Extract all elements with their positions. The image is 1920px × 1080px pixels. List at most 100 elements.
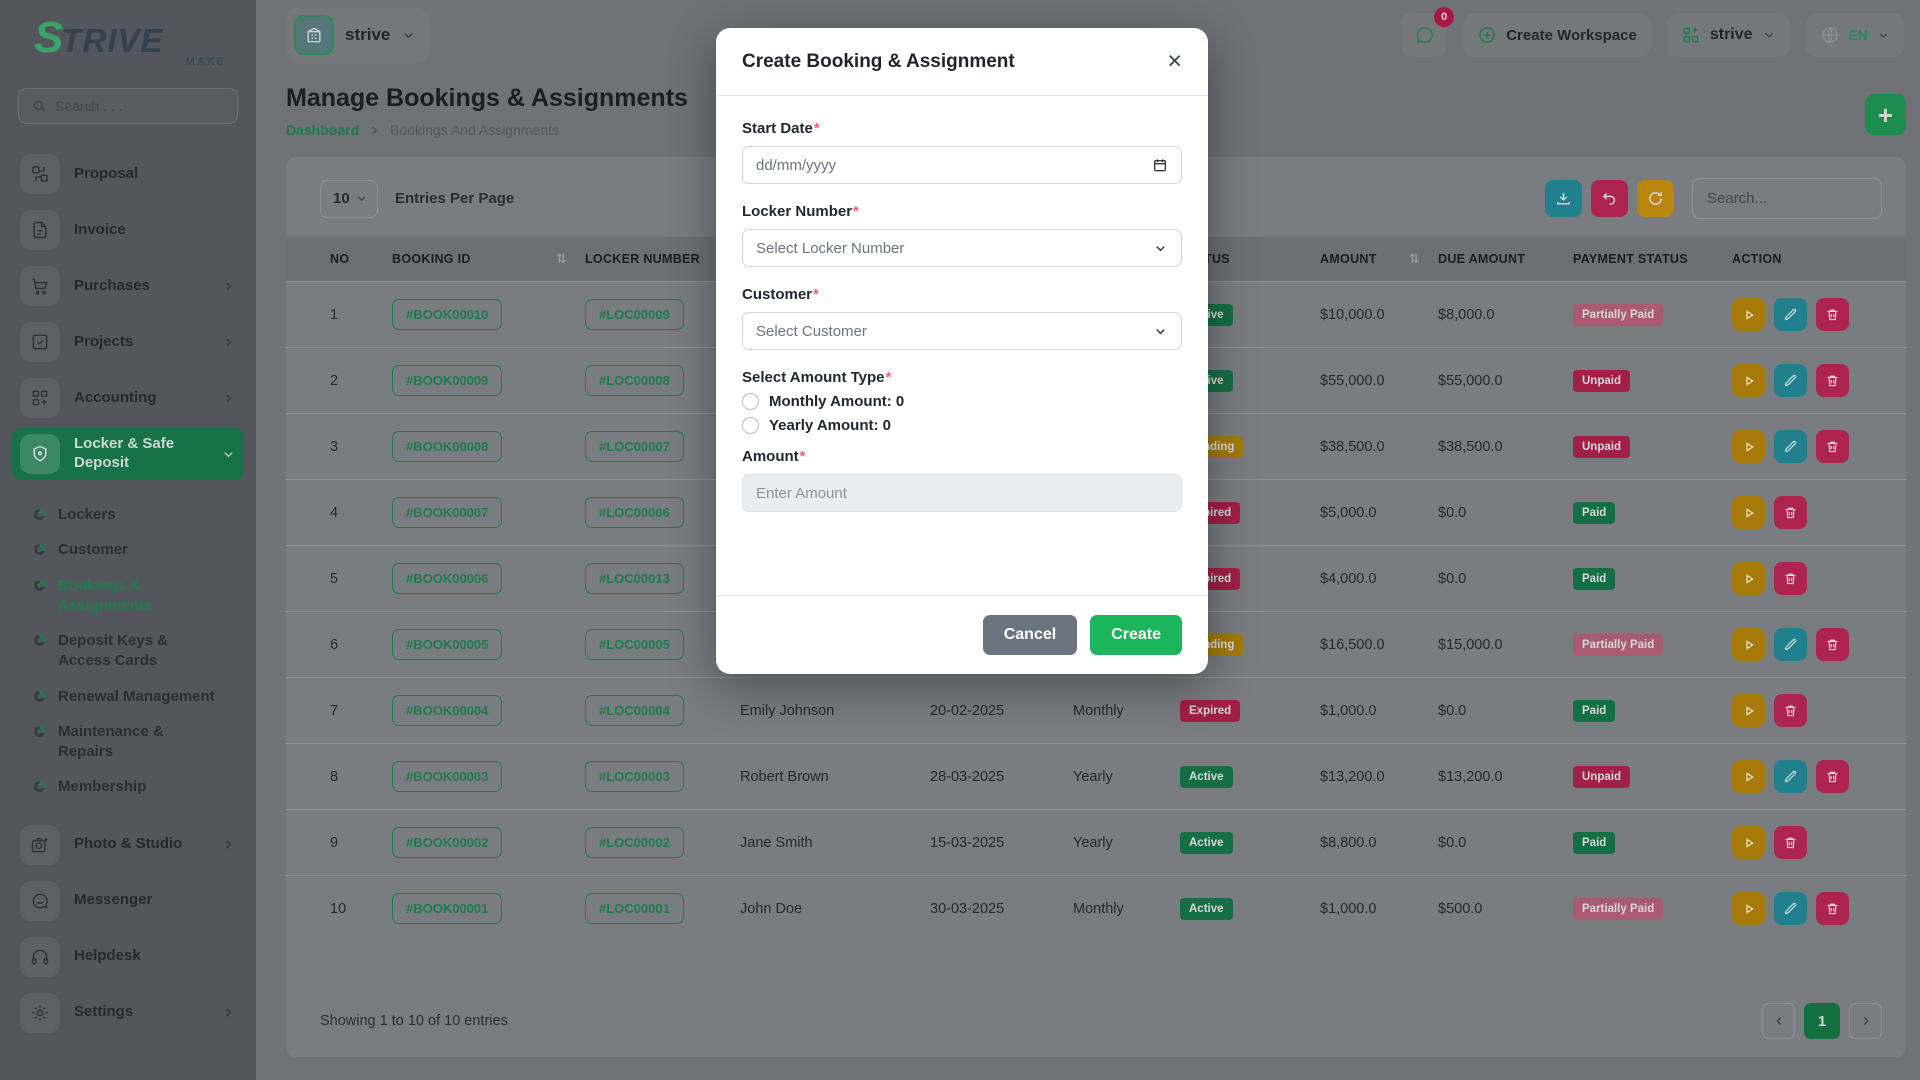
create-workspace-button[interactable]: Create Workspace	[1463, 13, 1651, 57]
sidebar-item-projects[interactable]: Projects	[12, 316, 244, 368]
refresh-button[interactable]	[1637, 180, 1674, 217]
sidebar-item-helpdesk[interactable]: Helpdesk	[12, 931, 244, 983]
delete-button[interactable]	[1774, 496, 1807, 529]
pagination-prev-button[interactable]	[1762, 1003, 1795, 1039]
workspace-switcher[interactable]: strive	[286, 8, 430, 62]
app-logo: STRIVE MAKE	[0, 14, 256, 82]
delete-button[interactable]	[1774, 826, 1807, 859]
sidebar-item-messenger[interactable]: Messenger	[12, 875, 244, 927]
chevron-right-icon	[368, 124, 381, 137]
cancel-button[interactable]: Cancel	[983, 615, 1077, 655]
building-icon	[294, 15, 334, 55]
sidebar-subitem-renewal-management[interactable]: Renewal Management	[34, 687, 244, 707]
sidebar-item-invoice[interactable]: Invoice	[12, 204, 244, 256]
create-button[interactable]: Create	[1090, 615, 1182, 655]
delete-button[interactable]	[1816, 628, 1849, 661]
pagination-page-1[interactable]: 1	[1804, 1003, 1840, 1039]
chevron-right-icon	[221, 391, 236, 406]
view-button[interactable]	[1732, 562, 1765, 595]
locker-number-chip: #LOC00004	[585, 695, 684, 726]
view-button[interactable]	[1732, 364, 1765, 397]
chat-button[interactable]: 0	[1401, 13, 1447, 57]
sidebar-subitem-membership[interactable]: Membership	[34, 777, 244, 797]
column-header-booking-id[interactable]: BOOKING ID⇅	[392, 252, 585, 267]
view-button[interactable]	[1732, 298, 1765, 331]
close-icon[interactable]: ×	[1167, 49, 1182, 74]
monthly-amount-radio[interactable]: Monthly Amount: 0	[742, 393, 1182, 410]
chat-icon	[1413, 24, 1435, 46]
sidebar-subitem-label: Membership	[58, 777, 146, 797]
sort-icon[interactable]: ⇅	[556, 252, 567, 267]
sidebar-item-proposal[interactable]: Proposal	[12, 148, 244, 200]
yearly-amount-radio[interactable]: Yearly Amount: 0	[742, 417, 1182, 434]
account-menu[interactable]: strive	[1667, 13, 1790, 57]
delete-button[interactable]	[1816, 298, 1849, 331]
cell-type: Monthly	[1073, 901, 1180, 917]
sidebar-subitem-maintenance-repairs[interactable]: Maintenance & Repairs	[34, 722, 244, 763]
sidebar-subitem-lockers[interactable]: Lockers	[34, 505, 244, 525]
sidebar-search[interactable]	[18, 88, 238, 124]
cell-no: 1	[330, 307, 392, 323]
table-search-input[interactable]	[1692, 178, 1882, 219]
view-button[interactable]	[1732, 496, 1765, 529]
sidebar-subitem-bookings-assignments[interactable]: Bookings & Assignments	[34, 576, 244, 617]
customer-select[interactable]: Select Customer	[742, 312, 1182, 350]
radio-circle-icon	[742, 417, 759, 434]
view-button[interactable]	[1732, 694, 1765, 727]
language-selector[interactable]: EN	[1806, 13, 1904, 57]
calendar-icon	[1152, 157, 1168, 173]
account-name: strive	[1710, 26, 1753, 44]
edit-button[interactable]	[1774, 760, 1807, 793]
cell-no: 8	[330, 769, 392, 785]
sidebar-subitem-label: Maintenance & Repairs	[58, 722, 218, 763]
locker-number-chip: #LOC00006	[585, 497, 684, 528]
edit-button[interactable]	[1774, 430, 1807, 463]
payment-status-badge: Unpaid	[1573, 436, 1630, 458]
sidebar-item-accounting[interactable]: Accounting	[12, 372, 244, 424]
payment-status-badge: Paid	[1573, 700, 1615, 722]
sidebar-item-label: Proposal	[74, 165, 138, 184]
pagination-next-button[interactable]	[1849, 1003, 1882, 1039]
delete-button[interactable]	[1816, 760, 1849, 793]
edit-button[interactable]	[1774, 364, 1807, 397]
entries-per-page-select[interactable]: 10	[320, 180, 378, 218]
column-header-amount[interactable]: AMOUNT⇅	[1320, 252, 1438, 267]
export-download-button[interactable]	[1545, 180, 1582, 217]
undo-button[interactable]	[1591, 180, 1628, 217]
sidebar-subitem-customer[interactable]: Customer	[34, 540, 244, 560]
sidebar-subitem-deposit-keys-access-cards[interactable]: Deposit Keys & Access Cards	[34, 631, 244, 672]
view-button[interactable]	[1732, 892, 1765, 925]
delete-button[interactable]	[1816, 892, 1849, 925]
play-icon	[1741, 571, 1757, 587]
sort-icon[interactable]: ⇅	[1409, 252, 1420, 267]
chevron-left-icon	[1772, 1014, 1786, 1028]
view-button[interactable]	[1732, 826, 1765, 859]
sidebar-item-purchases[interactable]: Purchases	[12, 260, 244, 312]
start-date-input[interactable]: dd/mm/yyyy	[742, 146, 1182, 184]
delete-button[interactable]	[1774, 694, 1807, 727]
view-button[interactable]	[1732, 628, 1765, 661]
locker-number-chip: #LOC00013	[585, 563, 684, 594]
sidebar-item-photo-studio[interactable]: Photo & Studio	[12, 819, 244, 871]
chevron-down-icon	[221, 447, 236, 462]
plus-circle-icon	[1477, 25, 1497, 45]
locker-number-select[interactable]: Select Locker Number	[742, 229, 1182, 267]
delete-button[interactable]	[1816, 430, 1849, 463]
view-button[interactable]	[1732, 760, 1765, 793]
breadcrumb-dashboard-link[interactable]: Dashboard	[286, 122, 359, 138]
cell-due-amount: $0.0	[1438, 703, 1573, 719]
booking-id-chip: #BOOK00006	[392, 563, 502, 594]
sidebar-item-settings[interactable]: Settings	[12, 987, 244, 1039]
cell-type: Yearly	[1073, 835, 1180, 851]
edit-button[interactable]	[1774, 298, 1807, 331]
add-booking-button[interactable]: +	[1865, 94, 1906, 135]
edit-button[interactable]	[1774, 628, 1807, 661]
view-button[interactable]	[1732, 430, 1765, 463]
edit-button[interactable]	[1774, 892, 1807, 925]
sidebar-search-input[interactable]	[55, 98, 225, 114]
delete-button[interactable]	[1816, 364, 1849, 397]
amount-input[interactable]	[742, 474, 1182, 512]
delete-button[interactable]	[1774, 562, 1807, 595]
sidebar-item-locker-safe-deposit[interactable]: Locker & Safe Deposit	[12, 428, 244, 480]
pencil-icon	[1783, 637, 1798, 652]
